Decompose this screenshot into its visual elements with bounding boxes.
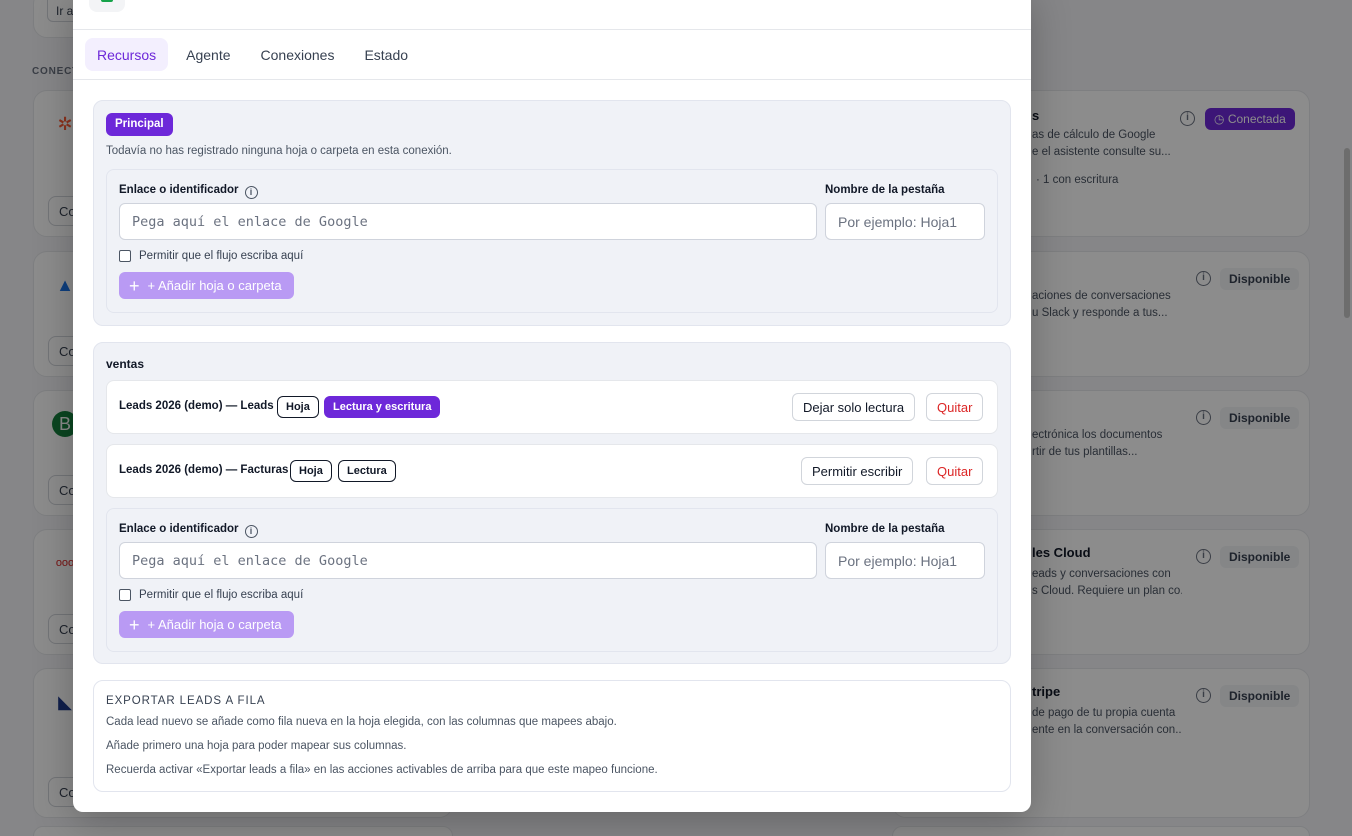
allow-write-button[interactable]: Permitir escribir: [801, 457, 914, 485]
type-tag: Hoja: [290, 460, 332, 482]
tab-recursos[interactable]: Recursos: [85, 38, 169, 71]
connection-modal: Recursos Agente Conexiones Estado Princi…: [73, 0, 1031, 812]
tab-estado[interactable]: Estado: [352, 38, 420, 71]
export-reminder: Recuerda activar «Exportar leads a fila»…: [106, 764, 658, 776]
info-icon[interactable]: i: [244, 186, 258, 199]
principal-badge: Principal: [106, 113, 173, 136]
plus-icon: +: [129, 275, 140, 296]
tab-name-input[interactable]: Por ejemplo: Hoja1: [825, 203, 985, 240]
tab-conexiones[interactable]: Conexiones: [249, 38, 347, 71]
resource-row: Leads 2026 (demo) — Leads Hoja Lectura y…: [106, 380, 998, 434]
write-checkbox-label: Permitir que el flujo escriba aquí: [139, 589, 304, 601]
export-title: EXPORTAR LEADS A FILA: [106, 695, 266, 707]
add-resource-label: + Añadir hoja o carpeta: [147, 617, 282, 632]
empty-note: Todavía no has registrado ninguna hoja o…: [106, 145, 452, 157]
export-description: Cada lead nuevo se añade como fila nueva…: [106, 716, 617, 728]
link-label: Enlace o identificador i: [119, 184, 258, 199]
tab-bar: Recursos Agente Conexiones Estado: [85, 38, 420, 71]
add-resource-form: Enlace o identificador i Nombre de la pes…: [106, 508, 998, 652]
divider: [73, 29, 1031, 30]
link-label: Enlace o identificador i: [119, 523, 258, 538]
tab-name-input[interactable]: Por ejemplo: Hoja1: [825, 542, 985, 579]
resource-name: Leads 2026 (demo) — Facturas: [119, 464, 289, 476]
ventas-section: ventas Leads 2026 (demo) — Leads Hoja Le…: [93, 342, 1011, 664]
link-input[interactable]: Pega aquí el enlace de Google: [119, 542, 817, 579]
write-checkbox-label: Permitir que el flujo escriba aquí: [139, 250, 304, 262]
link-input[interactable]: Pega aquí el enlace de Google: [119, 203, 817, 240]
export-section: EXPORTAR LEADS A FILA Cada lead nuevo se…: [93, 680, 1011, 792]
tab-name-label: Nombre de la pestaña: [825, 523, 945, 535]
add-resource-button[interactable]: + + Añadir hoja o carpeta: [119, 611, 294, 638]
type-tag: Hoja: [277, 396, 319, 418]
tab-agente[interactable]: Agente: [174, 38, 242, 71]
add-resource-label: + Añadir hoja o carpeta: [147, 278, 282, 293]
write-checkbox[interactable]: [119, 589, 131, 601]
add-resource-button[interactable]: + + Añadir hoja o carpeta: [119, 272, 294, 299]
write-permission-row: Permitir que el flujo escriba aquí: [119, 250, 303, 262]
read-only-button[interactable]: Dejar solo lectura: [792, 393, 916, 421]
access-tag: Lectura: [338, 460, 396, 482]
resource-row: Leads 2026 (demo) — Facturas Hoja Lectur…: [106, 444, 998, 498]
write-permission-row: Permitir que el flujo escriba aquí: [119, 589, 303, 601]
access-tag: Lectura y escritura: [324, 396, 441, 418]
section-title: ventas: [106, 357, 145, 371]
remove-button[interactable]: Quitar: [926, 457, 984, 485]
export-hint: Añade primero una hoja para poder mapear…: [106, 740, 407, 752]
add-resource-form: Enlace o identificador i Nombre de la pes…: [106, 169, 998, 313]
resource-name: Leads 2026 (demo) — Leads: [119, 400, 274, 412]
remove-button[interactable]: Quitar: [926, 393, 984, 421]
tab-name-label: Nombre de la pestaña: [825, 184, 945, 196]
plus-icon: +: [129, 614, 140, 635]
sheets-icon: [89, 0, 125, 12]
info-icon[interactable]: i: [244, 525, 258, 538]
principal-section: Principal Todavía no has registrado ning…: [93, 100, 1011, 326]
write-checkbox[interactable]: [119, 250, 131, 262]
divider: [73, 79, 1031, 80]
